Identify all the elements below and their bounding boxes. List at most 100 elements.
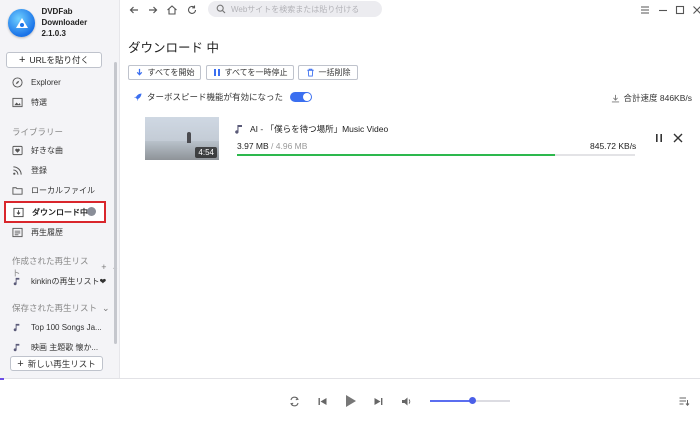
play-icon[interactable] [342, 393, 358, 409]
search-icon [216, 4, 226, 14]
sidebar-item-local-files[interactable]: ローカルファイル [5, 182, 107, 199]
sidebar: DVDFab Downloader 2.1.0.3 + URLを貼り付く Exp… [0, 0, 120, 378]
download-progress-fill [237, 154, 556, 156]
video-thumbnail[interactable]: 4:54 [145, 117, 219, 160]
music-note-icon [13, 323, 20, 332]
menu-icon[interactable] [639, 4, 651, 16]
paste-url-label: URLを貼り付く [29, 55, 89, 65]
download-progress-bar [237, 154, 635, 156]
sidebar-item-featured[interactable]: 特選 [5, 94, 107, 111]
playlist-item[interactable]: Top 100 Songs Ja... [5, 319, 107, 336]
picture-icon [12, 97, 23, 108]
saved-playlists-text: 保存された再生リスト [12, 303, 98, 313]
heart-list-icon [12, 145, 23, 156]
maximize-icon[interactable] [674, 4, 686, 16]
home-icon[interactable] [166, 4, 178, 16]
music-note-icon [13, 277, 20, 286]
sidebar-item-favorites[interactable]: 好きな曲 [5, 142, 107, 159]
pause-icon [213, 69, 220, 76]
close-window-icon[interactable] [691, 4, 700, 16]
new-playlist-label: 新しい再生リスト [27, 358, 96, 369]
volume-icon[interactable] [400, 395, 413, 408]
app-brand: DVDFab Downloader 2.1.0.3 [8, 6, 119, 39]
compass-icon [12, 77, 23, 88]
pause-all-button[interactable]: すべてを一時停止 [206, 65, 294, 80]
rocket-icon [134, 93, 142, 101]
playback-progress[interactable] [0, 378, 4, 380]
minimize-icon[interactable] [657, 4, 669, 16]
volume-knob[interactable] [469, 397, 476, 404]
delete-all-label: 一括削除 [318, 68, 351, 77]
sidebar-item-label: 登録 [31, 166, 47, 175]
downloaded-size: 3.97 MB [237, 141, 269, 151]
plus-icon: + [17, 357, 24, 370]
sidebar-item-subscriptions[interactable]: 登録 [5, 162, 107, 179]
sidebar-item-downloading[interactable]: ダウンロード中 [4, 201, 106, 223]
download-speed: 845.72 KB/s [590, 141, 637, 151]
new-playlist-button[interactable]: + 新しい再生リスト [10, 356, 103, 371]
total-speed-text: 合計速度 846KB/s [623, 93, 693, 103]
sidebar-item-explorer[interactable]: Explorer [5, 74, 107, 91]
download-box-icon [13, 207, 24, 217]
download-icon [611, 94, 619, 102]
back-arrow-icon[interactable] [128, 4, 140, 16]
download-title-row: AI - 「僕らを待つ場所」Music Video [235, 123, 388, 135]
sidebar-item-label: ダウンロード中 [32, 207, 88, 217]
top-bar [120, 0, 700, 20]
sidebar-item-label: Explorer [31, 78, 61, 87]
previous-icon[interactable] [316, 395, 329, 408]
search-bar[interactable] [208, 1, 382, 17]
pause-download-icon[interactable] [653, 132, 665, 144]
search-input[interactable] [231, 4, 381, 14]
pause-all-label: すべてを一時停止 [224, 68, 288, 77]
size-separator: / [268, 141, 276, 151]
trash-icon [306, 68, 314, 77]
volume-fill [430, 400, 470, 402]
playlist-item[interactable]: kinkinの再生リスト❤ [5, 273, 107, 290]
sidebar-item-label: 再生履歴 [31, 228, 63, 237]
history-icon [12, 227, 23, 238]
download-size: 3.97 MB / 4.96 MB [237, 141, 307, 151]
chevron-down-icon[interactable]: ⌄ [102, 303, 110, 314]
next-icon[interactable] [372, 395, 385, 408]
refresh-icon[interactable] [186, 4, 198, 16]
download-arrow-icon [136, 68, 142, 76]
paste-url-button[interactable]: + URLを貼り付く [6, 52, 102, 68]
thumbnail-figure [187, 132, 191, 143]
turbo-speed-toggle[interactable] [290, 92, 313, 102]
sidebar-item-label: ローカルファイル [31, 186, 95, 195]
dvdfab-logo-icon [8, 8, 36, 37]
start-all-button[interactable]: すべてを開始 [128, 65, 201, 80]
sidebar-item-label: 好きな曲 [31, 146, 63, 155]
turbo-speed-label: ターボスピード機能が有効になった [147, 92, 284, 102]
rss-icon [13, 166, 22, 175]
download-item: 4:54 AI - 「僕らを待つ場所」Music Video 3.97 MB /… [128, 110, 692, 166]
add-playlist-icon[interactable]: + [101, 262, 106, 272]
forward-arrow-icon[interactable] [147, 4, 159, 16]
repeat-icon[interactable] [288, 395, 301, 408]
delete-all-button[interactable]: 一括削除 [298, 65, 358, 80]
downloading-indicator-dot [87, 207, 96, 216]
total-speed: 合計速度 846KB/s [611, 92, 693, 104]
playlist-item[interactable]: 映画 主題歌 懐か... [5, 339, 107, 356]
folder-icon [12, 187, 23, 195]
download-title: AI - 「僕らを待つ場所」Music Video [250, 124, 389, 134]
library-section-label: ライブラリー [12, 127, 64, 137]
music-note-icon [235, 124, 242, 134]
sidebar-scrollbar[interactable] [114, 62, 117, 344]
video-duration: 4:54 [195, 147, 217, 158]
queue-list-icon[interactable] [678, 395, 690, 407]
cancel-download-icon[interactable] [672, 132, 684, 144]
turbo-speed-row: ターボスピード機能が有効になった [133, 91, 313, 103]
app-name: DVDFab Downloader [41, 7, 88, 27]
playlist-label: 映画 主題歌 懐か... [31, 343, 99, 352]
playlist-label: kinkinの再生リスト❤ [31, 277, 107, 286]
total-size: 4.96 MB [275, 141, 308, 151]
sidebar-item-label: 特選 [31, 98, 47, 107]
app-version: 2.1.0.3 [41, 29, 66, 38]
plus-icon: + [19, 54, 26, 66]
saved-playlists-label: 保存された再生リスト ⌄ [12, 302, 110, 314]
page-title: ダウンロード 中 [128, 41, 219, 55]
player-bar [0, 378, 700, 423]
sidebar-item-history[interactable]: 再生履歴 [5, 224, 107, 241]
